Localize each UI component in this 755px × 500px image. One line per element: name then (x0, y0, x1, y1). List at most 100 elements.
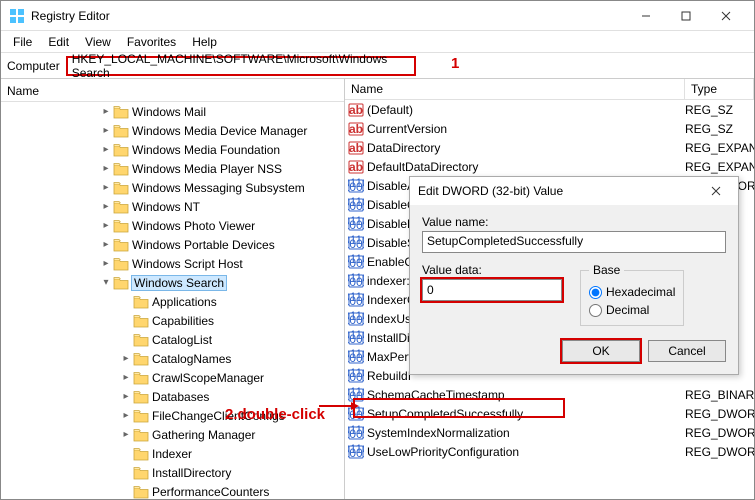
value-row[interactable]: 01101001SchemaCacheTimestampREG_BINARY (345, 385, 754, 404)
expander-icon[interactable]: ▸ (99, 182, 113, 193)
expander-icon[interactable]: ▸ (99, 106, 113, 117)
folder-icon (113, 257, 129, 271)
folder-icon (133, 371, 149, 385)
menu-view[interactable]: View (77, 33, 119, 51)
tree-header-name[interactable]: Name (1, 81, 344, 102)
value-name: SystemIndexNormalization (367, 426, 685, 440)
string-value-icon: ab (348, 121, 364, 137)
value-row[interactable]: abDataDirectoryREG_EXPAND_ (345, 138, 754, 157)
value-row[interactable]: 01101001SystemIndexNormalizationREG_DWOR… (345, 423, 754, 442)
tree-item[interactable]: Capabilities (1, 311, 344, 330)
expander-icon[interactable]: ▸ (119, 429, 133, 440)
tree-item-label: InstallDirectory (152, 466, 231, 480)
radio-hexadecimal[interactable]: Hexadecimal (589, 285, 675, 299)
tree-item[interactable]: CatalogList (1, 330, 344, 349)
expander-icon[interactable]: ▸ (99, 258, 113, 269)
value-row[interactable]: ab(Default)REG_SZ (345, 100, 754, 119)
expander-icon[interactable]: ▸ (119, 353, 133, 364)
ok-button[interactable]: OK (562, 340, 640, 362)
cancel-button[interactable]: Cancel (648, 340, 726, 362)
tree-item[interactable]: ▸Windows Messaging Subsystem (1, 178, 344, 197)
value-name-input[interactable]: SetupCompletedSuccessfully (422, 231, 726, 253)
menu-file[interactable]: File (5, 33, 40, 51)
expander-icon[interactable]: ▸ (119, 410, 133, 421)
folder-icon (113, 105, 129, 119)
tree-item[interactable]: ▾ Windows Search (1, 273, 344, 292)
menu-edit[interactable]: Edit (40, 33, 77, 51)
tree-item[interactable]: Applications (1, 292, 344, 311)
folder-icon (113, 200, 129, 214)
radio-dec-input[interactable] (589, 304, 602, 317)
tree-item[interactable]: ▸ Windows NT (1, 197, 344, 216)
folder-icon (133, 485, 149, 499)
tree-item-label: Windows Search (132, 276, 226, 290)
folder-icon (113, 181, 129, 195)
menu-help[interactable]: Help (184, 33, 225, 51)
maximize-button[interactable] (666, 2, 706, 30)
tree-item[interactable]: ▸ Windows Media Player NSS (1, 159, 344, 178)
close-button[interactable] (706, 2, 746, 30)
string-value-icon: ab (348, 140, 364, 156)
binary-value-icon: 01101001 (348, 368, 364, 384)
radio-decimal[interactable]: Decimal (589, 303, 675, 317)
value-row[interactable]: 01101001UseLowPriorityConfigurationREG_D… (345, 442, 754, 461)
radio-hex-input[interactable] (589, 286, 602, 299)
address-path-input[interactable]: HKEY_LOCAL_MACHINE\SOFTWARE\Microsoft\Wi… (66, 56, 416, 76)
value-type: REG_BINARY (685, 388, 754, 402)
svg-text:1001: 1001 (348, 256, 364, 270)
tree-item[interactable]: ▸Windows Mail (1, 102, 344, 121)
tree-item[interactable]: ▸Windows Script Host (1, 254, 344, 273)
dialog-close-button[interactable] (702, 186, 730, 196)
folder-icon (113, 162, 129, 176)
base-legend: Base (589, 263, 624, 277)
expander-icon[interactable]: ▸ (119, 391, 133, 402)
tree-item-label: Capabilities (152, 314, 214, 328)
tree-item[interactable]: ▸Windows Media Foundation (1, 140, 344, 159)
binary-value-icon: 01101001 (348, 330, 364, 346)
expander-icon[interactable]: ▾ (99, 277, 113, 288)
expander-icon[interactable]: ▸ (119, 372, 133, 383)
expander-icon[interactable]: ▸ (99, 163, 113, 174)
tree-item[interactable]: ▸CatalogNames (1, 349, 344, 368)
folder-icon (113, 276, 129, 290)
tree-pane[interactable]: Name ▸Windows Mail▸Windows Media Device … (1, 79, 345, 499)
binary-value-icon: 01101001 (348, 235, 364, 251)
svg-text:1001: 1001 (348, 370, 364, 384)
expander-icon[interactable]: ▸ (99, 144, 113, 155)
expander-icon[interactable]: ▸ (99, 201, 113, 212)
folder-icon (133, 352, 149, 366)
value-name-label: Value name: (422, 215, 726, 229)
minimize-button[interactable] (626, 2, 666, 30)
svg-text:ab: ab (349, 141, 363, 155)
svg-text:1001: 1001 (348, 446, 364, 460)
svg-text:1001: 1001 (348, 408, 364, 422)
column-name[interactable]: Name (345, 79, 685, 99)
column-type[interactable]: Type (685, 79, 754, 99)
value-data-input[interactable] (422, 279, 562, 301)
expander-icon[interactable]: ▸ (99, 220, 113, 231)
tree-item[interactable]: ▸Databases (1, 387, 344, 406)
tree-item[interactable]: ▸Gathering Manager (1, 425, 344, 444)
tree-item-label: Windows Media Player NSS (132, 162, 282, 176)
binary-value-icon: 01101001 (348, 216, 364, 232)
value-name: UseLowPriorityConfiguration (367, 445, 685, 459)
value-row[interactable]: abDefaultDataDirectoryREG_EXPAND_ (345, 157, 754, 176)
tree-item[interactable]: InstallDirectory (1, 463, 344, 482)
tree-item[interactable]: ▸Windows Photo Viewer (1, 216, 344, 235)
binary-value-icon: 01101001 (348, 311, 364, 327)
title-bar: Registry Editor (1, 1, 754, 31)
expander-icon[interactable]: ▸ (99, 125, 113, 136)
value-name-text: SetupCompletedSuccessfully (427, 234, 583, 248)
value-row[interactable]: 01101001SetupCompletedSuccessfullyREG_DW… (345, 404, 754, 423)
tree-item-label: Windows NT (132, 200, 200, 214)
svg-text:1001: 1001 (348, 218, 364, 232)
menu-favorites[interactable]: Favorites (119, 33, 184, 51)
expander-icon[interactable]: ▸ (99, 239, 113, 250)
tree-item[interactable]: ▸Windows Portable Devices (1, 235, 344, 254)
tree-item[interactable]: ▸CrawlScopeManager (1, 368, 344, 387)
tree-item[interactable]: PerformanceCounters (1, 482, 344, 499)
value-row[interactable]: abCurrentVersionREG_SZ (345, 119, 754, 138)
values-header: Name Type (345, 79, 754, 100)
tree-item[interactable]: ▸Windows Media Device Manager (1, 121, 344, 140)
tree-item[interactable]: Indexer (1, 444, 344, 463)
